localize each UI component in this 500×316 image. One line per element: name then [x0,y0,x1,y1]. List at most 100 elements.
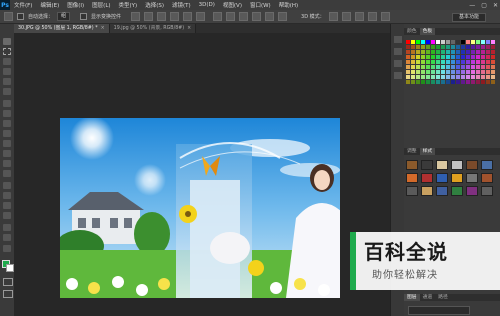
color-swatch[interactable] [421,80,425,84]
color-swatch[interactable] [481,40,485,44]
color-swatch[interactable] [476,75,480,79]
document-artwork[interactable] [60,118,340,298]
dodge-tool-icon[interactable] [3,170,11,177]
menu-view[interactable]: 视图(V) [219,1,246,9]
color-swatch[interactable] [431,40,435,44]
color-swatch[interactable] [476,40,480,44]
tab-color[interactable]: 颜色 [404,28,420,35]
menu-window[interactable]: 窗口(W) [246,1,275,9]
gradient-tool-icon[interactable] [3,150,11,157]
menu-layer[interactable]: 图层(L) [88,1,114,9]
color-swatch[interactable] [481,80,485,84]
style-preset[interactable] [481,173,493,183]
color-swatch[interactable] [406,40,410,44]
color-swatch[interactable] [471,75,475,79]
color-swatch[interactable] [411,50,415,54]
history-panel-icon[interactable] [394,36,402,43]
color-swatch[interactable] [426,55,430,59]
style-preset[interactable] [421,186,433,196]
color-swatch[interactable] [406,45,410,49]
color-swatch[interactable] [476,65,480,69]
close-icon[interactable]: ✕ [493,2,498,9]
menu-filter[interactable]: 滤镜(T) [168,1,195,9]
color-swatch[interactable] [441,70,445,74]
healing-brush-tool-icon[interactable] [3,100,11,107]
color-swatch[interactable] [476,50,480,54]
color-swatch[interactable] [421,45,425,49]
color-swatch[interactable] [451,70,455,74]
color-swatch[interactable] [436,45,440,49]
color-swatch[interactable] [466,65,470,69]
close-tab-icon[interactable]: × [101,26,105,31]
style-preset[interactable] [421,160,433,170]
color-swatch[interactable] [431,50,435,54]
color-swatch[interactable] [486,70,490,74]
color-swatch[interactable] [411,75,415,79]
color-swatch[interactable] [451,55,455,59]
color-swatch[interactable] [436,75,440,79]
color-swatch[interactable] [456,40,460,44]
color-swatch[interactable] [426,50,430,54]
color-swatch[interactable] [431,55,435,59]
tab-adjustments[interactable]: 调整 [404,148,420,155]
color-swatch[interactable] [451,80,455,84]
style-preset[interactable] [451,160,463,170]
background-color-swatch[interactable] [6,264,14,272]
color-swatch[interactable] [466,80,470,84]
color-swatch[interactable] [486,40,490,44]
history-brush-tool-icon[interactable] [3,130,11,137]
color-swatch[interactable] [471,65,475,69]
tab-channels[interactable]: 通道 [420,294,436,301]
color-swatch[interactable] [456,80,460,84]
color-swatch[interactable] [471,60,475,64]
auto-select-dropdown[interactable]: 组 [57,12,71,21]
quick-mask-icon[interactable] [3,278,13,286]
distribute-right-icon[interactable] [278,12,288,21]
zoom-tool-icon[interactable] [3,234,11,241]
color-swatch[interactable] [406,75,410,79]
color-swatch[interactable] [456,55,460,59]
color-swatch[interactable] [441,75,445,79]
crop-tool-icon[interactable] [3,78,11,85]
color-swatch[interactable] [436,60,440,64]
color-swatch[interactable] [416,55,420,59]
distribute-top-icon[interactable] [213,12,223,21]
color-swatch[interactable] [476,70,480,74]
color-swatch[interactable] [446,70,450,74]
menu-3d[interactable]: 3D(D) [195,2,219,8]
style-preset[interactable] [421,173,433,183]
color-swatch[interactable] [466,60,470,64]
clone-stamp-tool-icon[interactable] [3,120,11,127]
color-swatch[interactable] [431,80,435,84]
swatches-grid[interactable] [406,38,498,90]
color-swatch[interactable] [461,60,465,64]
color-swatch[interactable] [406,50,410,54]
menu-file[interactable]: 文件(F) [10,1,36,9]
style-preset[interactable] [466,173,478,183]
tab-paths[interactable]: 路径 [435,294,451,301]
paragraph-panel-icon[interactable] [394,72,402,79]
distribute-left-icon[interactable] [252,12,262,21]
color-swatch[interactable] [491,70,495,74]
color-swatch[interactable] [411,45,415,49]
style-preset[interactable] [436,186,448,196]
more-tools-icon[interactable] [3,245,11,252]
color-swatch[interactable] [456,50,460,54]
layer-filter-dropdown[interactable] [408,306,470,315]
tab-document-19[interactable]: 19.jpg @ 50% (背景, RGB/8#) × [109,24,197,33]
workspace-dropdown[interactable]: 基本功能 [451,13,486,22]
color-swatch[interactable] [436,70,440,74]
color-swatch[interactable] [461,55,465,59]
color-swatch[interactable] [451,65,455,69]
color-swatch[interactable] [441,55,445,59]
quick-select-tool-icon[interactable] [3,68,11,75]
color-swatch[interactable] [486,60,490,64]
color-swatch[interactable] [411,55,415,59]
color-swatch[interactable] [411,70,415,74]
color-swatch[interactable] [461,65,465,69]
tab-styles[interactable]: 样式 [419,148,436,155]
color-swatch[interactable] [461,45,465,49]
color-swatch[interactable] [446,60,450,64]
3d-slide-icon[interactable] [367,12,377,21]
distribute-middle-icon[interactable] [226,12,236,21]
